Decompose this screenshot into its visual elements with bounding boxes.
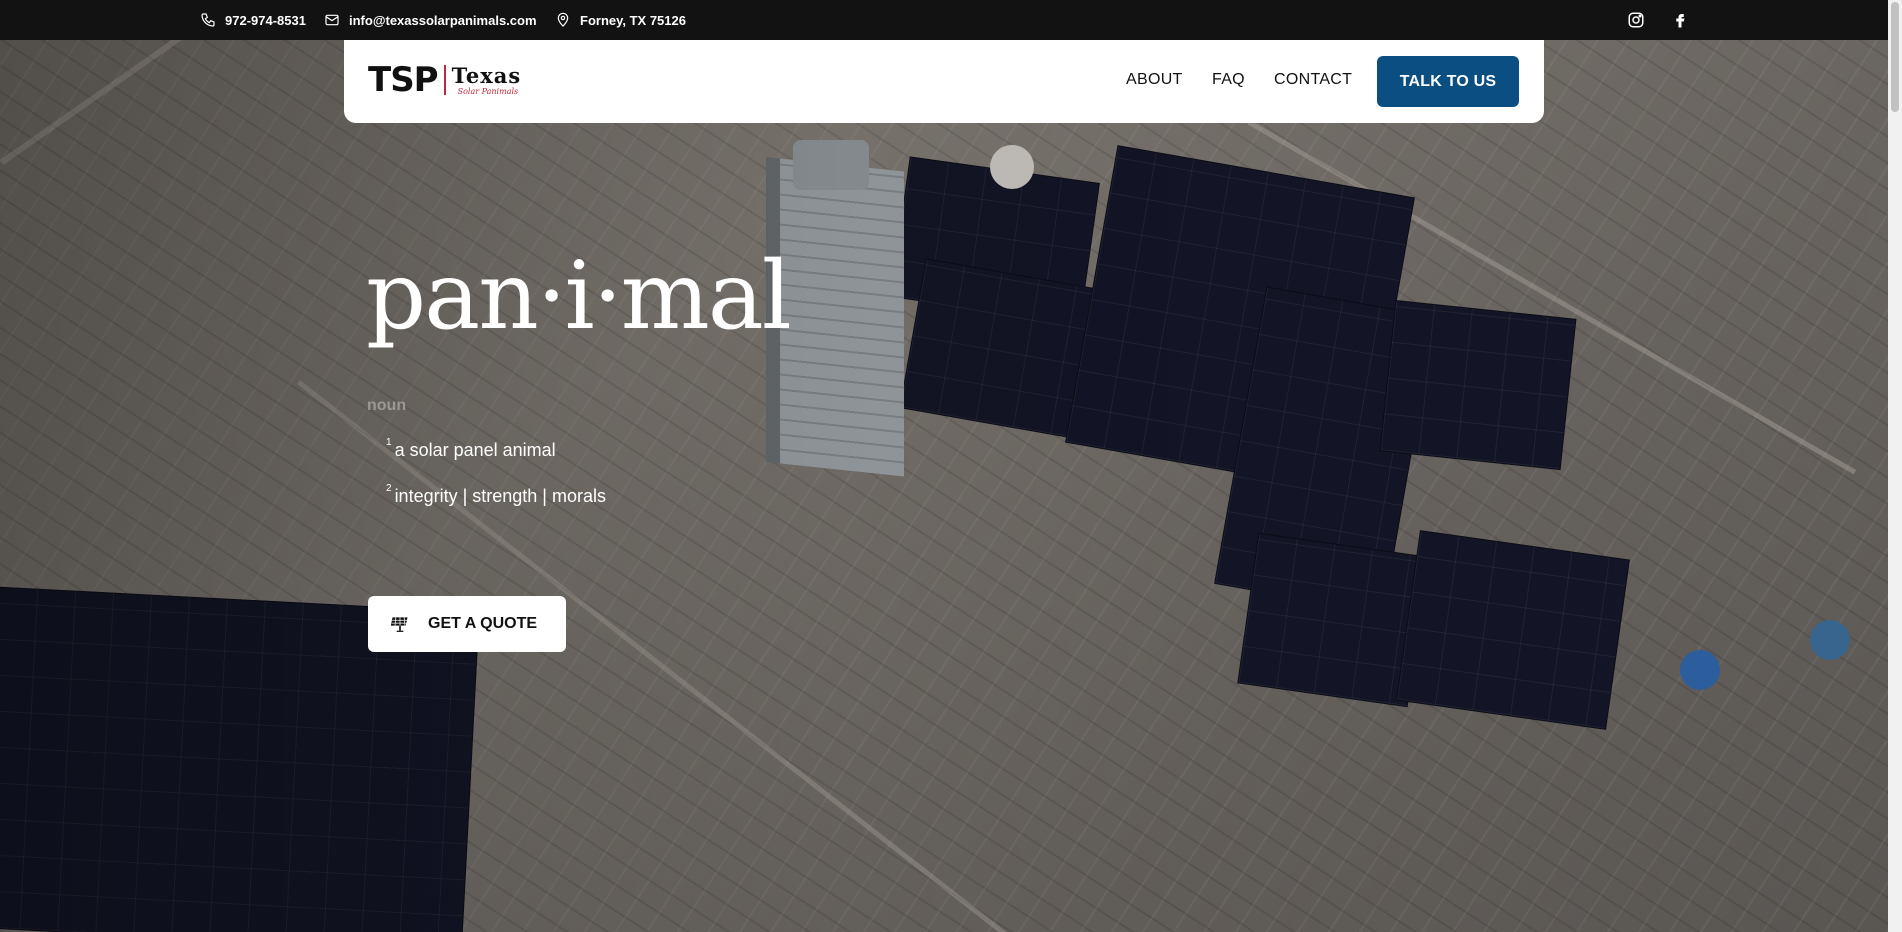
part-of-speech: noun xyxy=(367,397,407,414)
mail-icon xyxy=(325,14,339,26)
nav-contact[interactable]: CONTACT xyxy=(1274,71,1352,89)
definition-2: 2 integrity | strength | morals xyxy=(386,483,606,507)
definition-number: 1 xyxy=(386,437,392,448)
hero-background xyxy=(0,0,1888,932)
logo-texas: Texas xyxy=(451,62,522,88)
definition-text: a solar panel animal xyxy=(394,440,556,460)
nav-about[interactable]: ABOUT xyxy=(1126,71,1183,89)
definition-text: integrity | strength | morals xyxy=(394,486,606,506)
location-link[interactable]: Forney, TX 75126 xyxy=(555,0,686,40)
page-scrollbar[interactable] xyxy=(1888,0,1902,932)
logo-subtitle: Solar Panimals xyxy=(457,86,519,96)
scrollbar-thumb[interactable] xyxy=(1891,2,1899,112)
logo-wordmark: Texas Solar Panimals xyxy=(452,65,522,96)
nav-faq[interactable]: FAQ xyxy=(1212,71,1245,89)
site-logo[interactable]: TSP Texas Solar Panimals xyxy=(368,60,521,100)
definition-1: 1a solar panel animal xyxy=(386,437,556,461)
facebook-icon[interactable] xyxy=(1671,11,1689,29)
logo-divider xyxy=(443,65,446,95)
solar-panel-icon xyxy=(390,617,408,632)
phone-icon xyxy=(201,13,215,27)
definition-number: 2 xyxy=(386,483,392,494)
location-pin-icon xyxy=(557,12,569,27)
phone-number: 972-974-8531 xyxy=(225,12,306,28)
hero-overlay xyxy=(0,0,1888,932)
instagram-icon[interactable] xyxy=(1627,11,1645,29)
get-a-quote-label: GET A QUOTE xyxy=(428,615,538,632)
email-link[interactable]: info@texassolarpanimals.com xyxy=(324,0,537,40)
talk-to-us-button[interactable]: TALK TO US xyxy=(1377,56,1519,107)
hero-headword: pan·i·mal xyxy=(366,242,792,351)
phone-link[interactable]: 972-974-8531 xyxy=(200,0,306,40)
email-address: info@texassolarpanimals.com xyxy=(349,12,537,28)
main-navbar: TSP Texas Solar Panimals ABOUT FAQ CONTA… xyxy=(344,40,1544,123)
top-contact-bar: 972-974-8531 info@texassolarpanimals.com… xyxy=(0,0,1888,40)
location-text: Forney, TX 75126 xyxy=(580,12,686,28)
logo-mark: TSP xyxy=(368,60,439,100)
get-a-quote-button[interactable]: GET A QUOTE xyxy=(368,596,566,652)
